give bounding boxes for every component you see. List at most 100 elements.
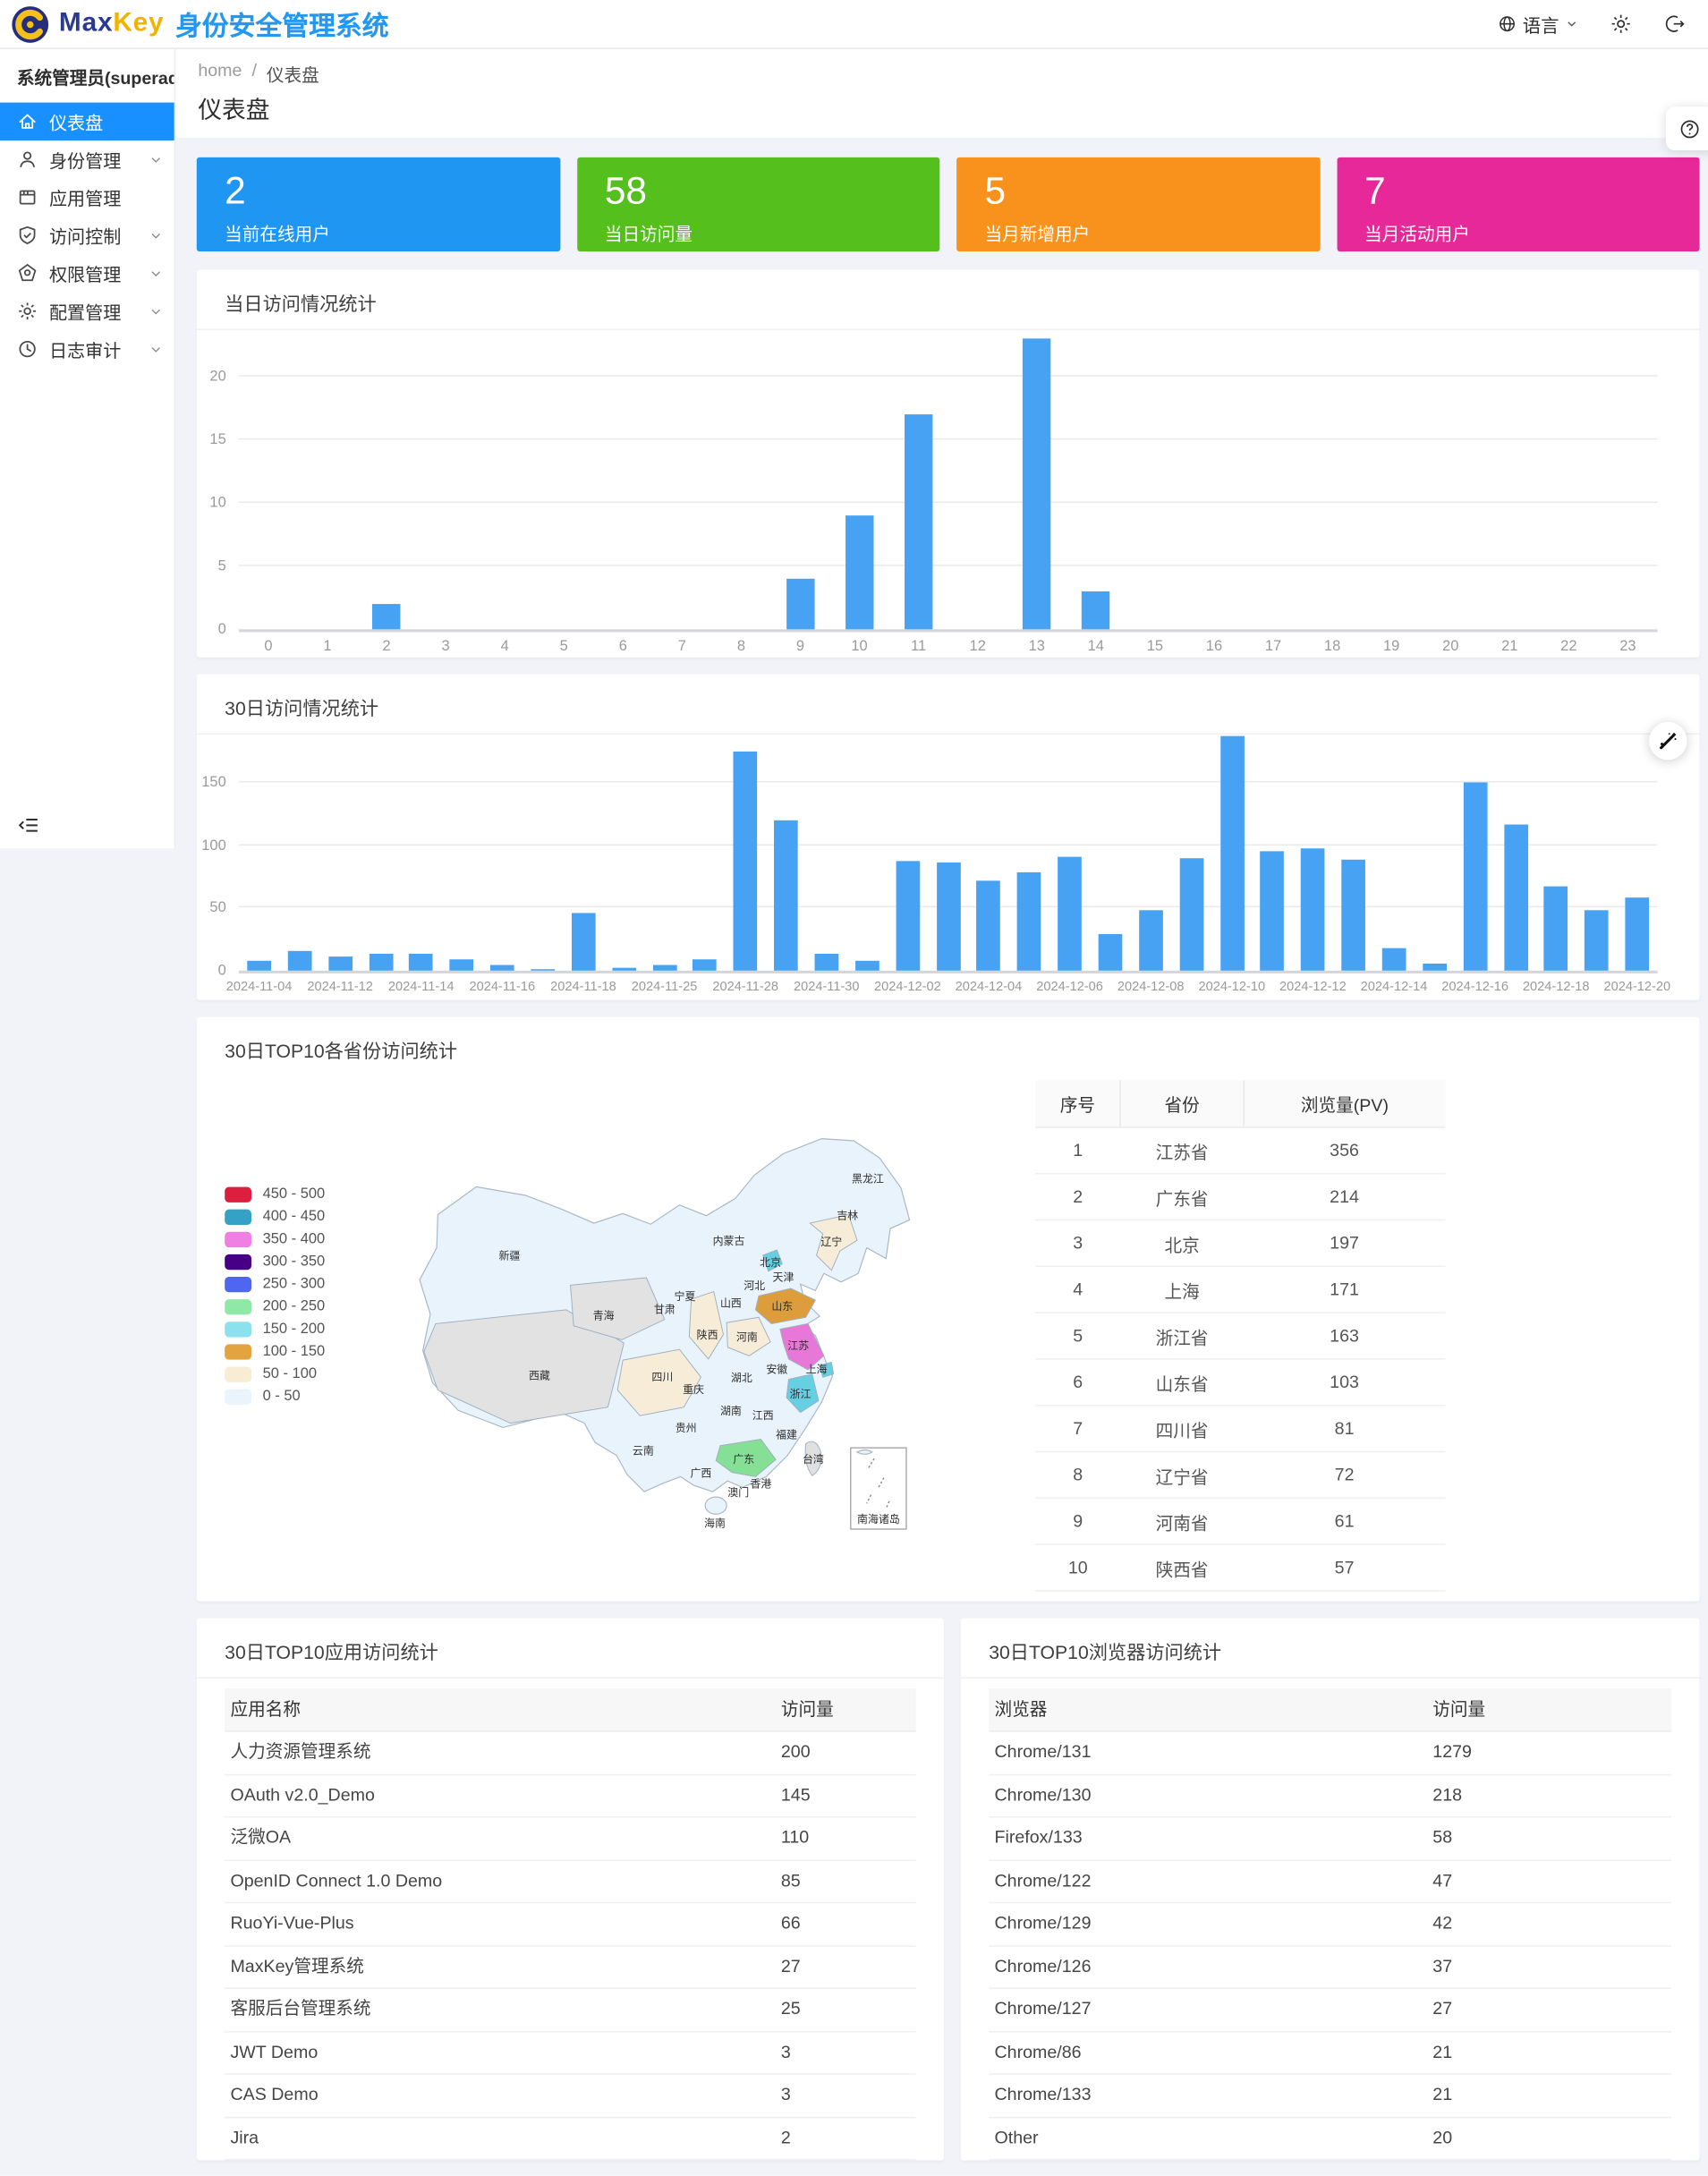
grid-line (239, 565, 1658, 566)
top-bar: MaxKey 身份安全管理系统 语言 (0, 0, 1708, 49)
province-label-liaoning: 辽宁 (820, 1235, 842, 1248)
stat-card-1: 58当日访问量 (576, 157, 939, 251)
badge-icon (17, 263, 38, 285)
legend-range-label: 50 - 100 (263, 1365, 317, 1382)
panel-browser-top10: 30日TOP10浏览器访问统计 浏览器访问量Chrome/1311279Chro… (961, 1619, 1700, 2161)
x-axis-tick: 22 (1539, 638, 1598, 655)
x-axis-tick: 6 (593, 638, 652, 655)
table-cell: 197 (1244, 1220, 1446, 1266)
table-cell-name: Chrome/126 (994, 1946, 1091, 1987)
table-row: OpenID Connect 1.0 Demo85 (225, 1860, 915, 1903)
table-cell-name: CAS Demo (230, 2075, 318, 2116)
stat-card-label: 当月新增用户 (984, 219, 1291, 246)
table-row: 7四川省81 (1035, 1406, 1445, 1452)
table-header-row: 应用名称访问量 (225, 1688, 915, 1732)
table-row: 1江苏省356 (1035, 1127, 1445, 1174)
table-cell: 81 (1244, 1406, 1446, 1452)
legend-range-label: 250 - 300 (263, 1275, 326, 1292)
table-cell: 214 (1244, 1174, 1446, 1220)
bar-2024-11-18 (572, 913, 596, 970)
x-axis-tick: 4 (475, 638, 534, 655)
grid-line (239, 375, 1658, 377)
legend-item: 250 - 300 (225, 1272, 325, 1295)
breadcrumb-home-link[interactable]: home (198, 61, 242, 88)
home-icon (17, 111, 38, 132)
province-label-guangxi: 广西 (690, 1466, 711, 1479)
table-cell: 河南省 (1121, 1498, 1244, 1544)
province-label-qinghai: 青海 (593, 1309, 615, 1322)
bar-14 (1082, 591, 1109, 629)
language-label: 语言 (1523, 11, 1559, 38)
sidebar-item-identity[interactable]: 身份管理 (0, 140, 174, 178)
bar-2024-11-14 (409, 955, 433, 971)
table-row: 泛微OA110 (225, 1817, 915, 1860)
breadcrumb-current: 仪表盘 (267, 61, 319, 88)
sidebar-item-dashboard[interactable]: 仪表盘 (0, 103, 174, 140)
table-row: Chrome/12727 (989, 1989, 1671, 2032)
grid-line (239, 438, 1658, 440)
panel-title: 30日TOP10各省份访问统计 (197, 1017, 1700, 1076)
sidebar-item-permission[interactable]: 权限管理 (0, 254, 174, 292)
table-cell-value: 3 (781, 2032, 791, 2073)
bar-2024-11-30 (814, 953, 838, 971)
sidebar-item-access[interactable]: 访问控制 (0, 217, 174, 254)
x-axis-tick: 9 (770, 638, 829, 655)
legend-range-label: 300 - 350 (263, 1253, 326, 1270)
table-row: CAS Demo3 (225, 2075, 915, 2118)
sidebar-item-apps[interactable]: 应用管理 (0, 178, 174, 216)
breadcrumb-separator: / (251, 61, 256, 88)
browser-visits-table: 浏览器访问量Chrome/1311279Chrome/130218Firefox… (989, 1688, 1671, 2160)
topbar-actions: 语言 (1497, 11, 1708, 38)
language-switcher[interactable]: 语言 (1497, 11, 1578, 38)
table-cell: 356 (1244, 1127, 1446, 1174)
divider (197, 1677, 944, 1679)
sidebar-item-label: 访问控制 (49, 222, 149, 249)
sidebar-item-config[interactable]: 配置管理 (0, 293, 174, 330)
table-row: Chrome/8621 (989, 2032, 1671, 2075)
x-axis-tick: 19 (1362, 638, 1421, 655)
sidebar-item-audit[interactable]: 日志审计 (0, 330, 174, 368)
table-cell-value: 58 (1432, 1817, 1452, 1858)
panel-title: 30日访问情况统计 (197, 675, 1700, 734)
table-header-row: 浏览器访问量 (989, 1688, 1671, 1732)
legend-item: 450 - 500 (225, 1183, 325, 1205)
x-axis-tick: 15 (1126, 638, 1185, 655)
province-label-beijing: 北京 (760, 1256, 781, 1269)
stat-card-value: 7 (1364, 170, 1671, 214)
settings-gear-icon[interactable] (1610, 13, 1632, 35)
help-button[interactable] (1666, 106, 1708, 150)
bar-2024-11-12 (328, 956, 353, 970)
x-axis-tick: 1 (298, 638, 357, 655)
table-cell-name: Jira (230, 2118, 259, 2159)
chevron-down-icon (1565, 17, 1579, 31)
x-axis-tick: 17 (1244, 638, 1303, 655)
table-cell-name: MaxKey管理系统 (230, 1946, 363, 1987)
sidebar-collapse-icon[interactable] (17, 813, 41, 837)
logout-icon[interactable] (1663, 13, 1686, 35)
logo[interactable]: MaxKey 身份安全管理系统 (0, 4, 389, 42)
table-row: 9河南省61 (1035, 1498, 1445, 1544)
table-row: MaxKey管理系统 27 (225, 1946, 915, 1989)
province-label-guizhou: 贵州 (676, 1422, 697, 1434)
table-cell-value: 1279 (1432, 1732, 1472, 1773)
table-cell-value: 27 (781, 1946, 801, 1987)
stat-card-label: 当月活动用户 (1364, 219, 1671, 246)
x-axis-tick: 2024-11-30 (780, 979, 873, 993)
x-axis-tick: 14 (1066, 638, 1126, 655)
table-cell: 浙江省 (1121, 1313, 1244, 1359)
bar-2024-12-02 (896, 862, 920, 971)
chevron-down-icon (149, 228, 163, 242)
table-cell-name: Chrome/129 (994, 1903, 1091, 1944)
x-axis-tick: 2024-12-16 (1429, 979, 1522, 993)
china-map[interactable]: 南海诸岛 新疆西藏青海甘肃内蒙古黑龙江吉林辽宁北京天津河北山西宁夏陕西山东河南江… (374, 1118, 930, 1551)
magic-wand-icon (1657, 730, 1678, 752)
chevron-down-icon (149, 266, 163, 280)
province-label-xinjiang: 新疆 (498, 1249, 520, 1262)
theme-wand-button[interactable] (1649, 722, 1687, 760)
province-label-jilin: 吉林 (837, 1209, 858, 1221)
grid-line (239, 781, 1658, 783)
table-cell: 辽宁省 (1121, 1451, 1244, 1498)
bar-2024-12-03 (936, 863, 960, 971)
stat-card-3: 7 当月活动用户 (1337, 157, 1700, 251)
table-row: 8辽宁省72 (1035, 1451, 1445, 1498)
